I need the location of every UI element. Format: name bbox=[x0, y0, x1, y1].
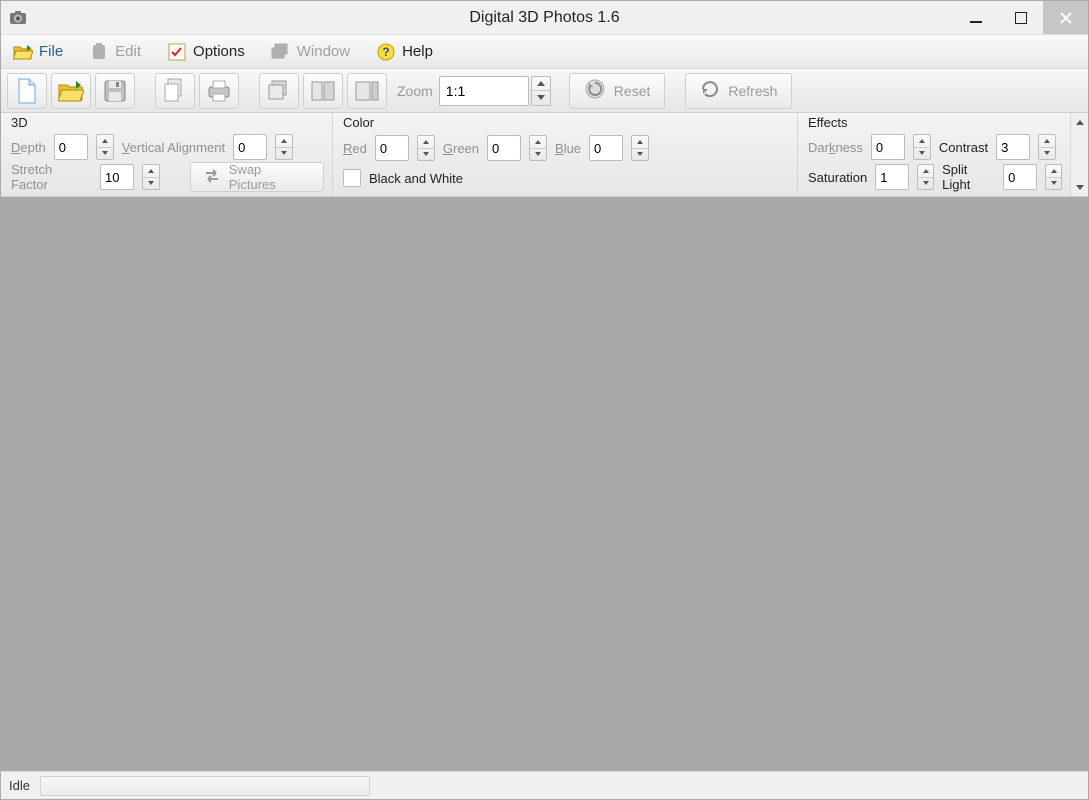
blue-label: Blue bbox=[555, 141, 581, 156]
bw-label: Black and White bbox=[369, 171, 463, 186]
depth-label: Depth bbox=[11, 140, 46, 155]
minimize-button[interactable] bbox=[953, 1, 998, 34]
menu-file-label: File bbox=[39, 43, 63, 60]
menu-edit: Edit bbox=[83, 39, 147, 65]
zoom-spinner-up[interactable] bbox=[532, 77, 550, 92]
close-button[interactable] bbox=[1043, 1, 1088, 34]
darkness-spinner[interactable] bbox=[913, 134, 931, 160]
new-button[interactable] bbox=[7, 73, 47, 109]
panel-color: Color Red Green Blue Black and White bbox=[333, 113, 798, 196]
copy-button[interactable] bbox=[155, 73, 195, 109]
open-button[interactable] bbox=[51, 73, 91, 109]
stretch-input[interactable] bbox=[100, 164, 134, 190]
panel-effects-title: Effects bbox=[808, 115, 848, 130]
windows-icon bbox=[271, 42, 291, 62]
zoom-spinner-down[interactable] bbox=[532, 91, 550, 105]
zoom-label: Zoom bbox=[397, 83, 433, 99]
save-button[interactable] bbox=[95, 73, 135, 109]
help-icon: ? bbox=[376, 42, 396, 62]
menu-bar: File Edit Options Window ? Help bbox=[1, 35, 1088, 69]
checklist-icon bbox=[167, 42, 187, 62]
canvas-area bbox=[1, 197, 1088, 771]
scrollbar-down[interactable] bbox=[1071, 178, 1088, 196]
green-spinner[interactable] bbox=[529, 135, 547, 161]
valign-input[interactable] bbox=[233, 134, 267, 160]
contrast-input[interactable] bbox=[996, 134, 1030, 160]
red-label: Red bbox=[343, 141, 367, 156]
panel-color-title: Color bbox=[343, 115, 374, 130]
saturation-spinner[interactable] bbox=[917, 164, 934, 190]
menu-window: Window bbox=[265, 39, 356, 65]
refresh-button[interactable]: Refresh bbox=[685, 73, 792, 109]
tile-stack-button[interactable] bbox=[259, 73, 299, 109]
depth-input[interactable] bbox=[54, 134, 88, 160]
swap-label: Swap Pictures bbox=[229, 162, 311, 192]
title-bar: Digital 3D Photos 1.6 bbox=[1, 1, 1088, 35]
reset-icon bbox=[584, 78, 606, 103]
saturation-label: Saturation bbox=[808, 170, 867, 185]
progress-bar bbox=[40, 776, 370, 796]
valign-label: Vertical Alignment bbox=[122, 140, 225, 155]
zoom-input[interactable] bbox=[439, 76, 529, 106]
toolbar: Zoom Reset Refresh bbox=[1, 69, 1088, 113]
darkness-label: Darkness bbox=[808, 140, 863, 155]
depth-spinner[interactable] bbox=[96, 134, 114, 160]
tile-panel-button[interactable] bbox=[347, 73, 387, 109]
contrast-spinner[interactable] bbox=[1038, 134, 1056, 160]
tile-split-button[interactable] bbox=[303, 73, 343, 109]
refresh-label: Refresh bbox=[728, 83, 777, 99]
menu-help-label: Help bbox=[402, 43, 433, 60]
stretch-label: Stretch Factor bbox=[11, 162, 92, 192]
swap-icon bbox=[203, 168, 221, 187]
folder-open-icon bbox=[13, 42, 33, 62]
blue-input[interactable] bbox=[589, 135, 623, 161]
panel-effects: Effects Darkness Contrast Saturation Spl… bbox=[798, 113, 1070, 196]
splitlight-spinner[interactable] bbox=[1045, 164, 1062, 190]
print-button[interactable] bbox=[199, 73, 239, 109]
svg-text:?: ? bbox=[382, 45, 389, 59]
menu-edit-label: Edit bbox=[115, 43, 141, 60]
contrast-label: Contrast bbox=[939, 140, 988, 155]
refresh-icon bbox=[700, 79, 720, 102]
zoom-spinner[interactable] bbox=[531, 76, 551, 106]
panels-scrollbar[interactable] bbox=[1070, 113, 1088, 196]
app-icon bbox=[7, 7, 29, 29]
control-panels: 3D Depth Vertical Alignment Stretch Fact… bbox=[1, 113, 1088, 197]
menu-options[interactable]: Options bbox=[161, 39, 251, 65]
clipboard-icon bbox=[89, 42, 109, 62]
menu-window-label: Window bbox=[297, 43, 350, 60]
red-spinner[interactable] bbox=[417, 135, 435, 161]
reset-label: Reset bbox=[614, 83, 651, 99]
maximize-button[interactable] bbox=[998, 1, 1043, 34]
status-bar: Idle bbox=[1, 771, 1088, 799]
blue-spinner[interactable] bbox=[631, 135, 649, 161]
status-text: Idle bbox=[9, 778, 30, 793]
green-input[interactable] bbox=[487, 135, 521, 161]
menu-help[interactable]: ? Help bbox=[370, 39, 439, 65]
green-label: Green bbox=[443, 141, 479, 156]
menu-file[interactable]: File bbox=[7, 39, 69, 65]
valign-spinner[interactable] bbox=[275, 134, 293, 160]
panel-3d: 3D Depth Vertical Alignment Stretch Fact… bbox=[1, 113, 333, 196]
splitlight-input[interactable] bbox=[1003, 164, 1037, 190]
swap-pictures-button[interactable]: Swap Pictures bbox=[190, 162, 324, 192]
darkness-input[interactable] bbox=[871, 134, 905, 160]
panel-3d-title: 3D bbox=[11, 115, 28, 130]
reset-button[interactable]: Reset bbox=[569, 73, 666, 109]
window-title: Digital 3D Photos 1.6 bbox=[1, 9, 1088, 27]
stretch-spinner[interactable] bbox=[142, 164, 160, 190]
bw-checkbox[interactable] bbox=[343, 169, 361, 187]
scrollbar-up[interactable] bbox=[1071, 113, 1088, 131]
menu-options-label: Options bbox=[193, 43, 245, 60]
splitlight-label: Split Light bbox=[942, 162, 995, 192]
saturation-input[interactable] bbox=[875, 164, 909, 190]
red-input[interactable] bbox=[375, 135, 409, 161]
